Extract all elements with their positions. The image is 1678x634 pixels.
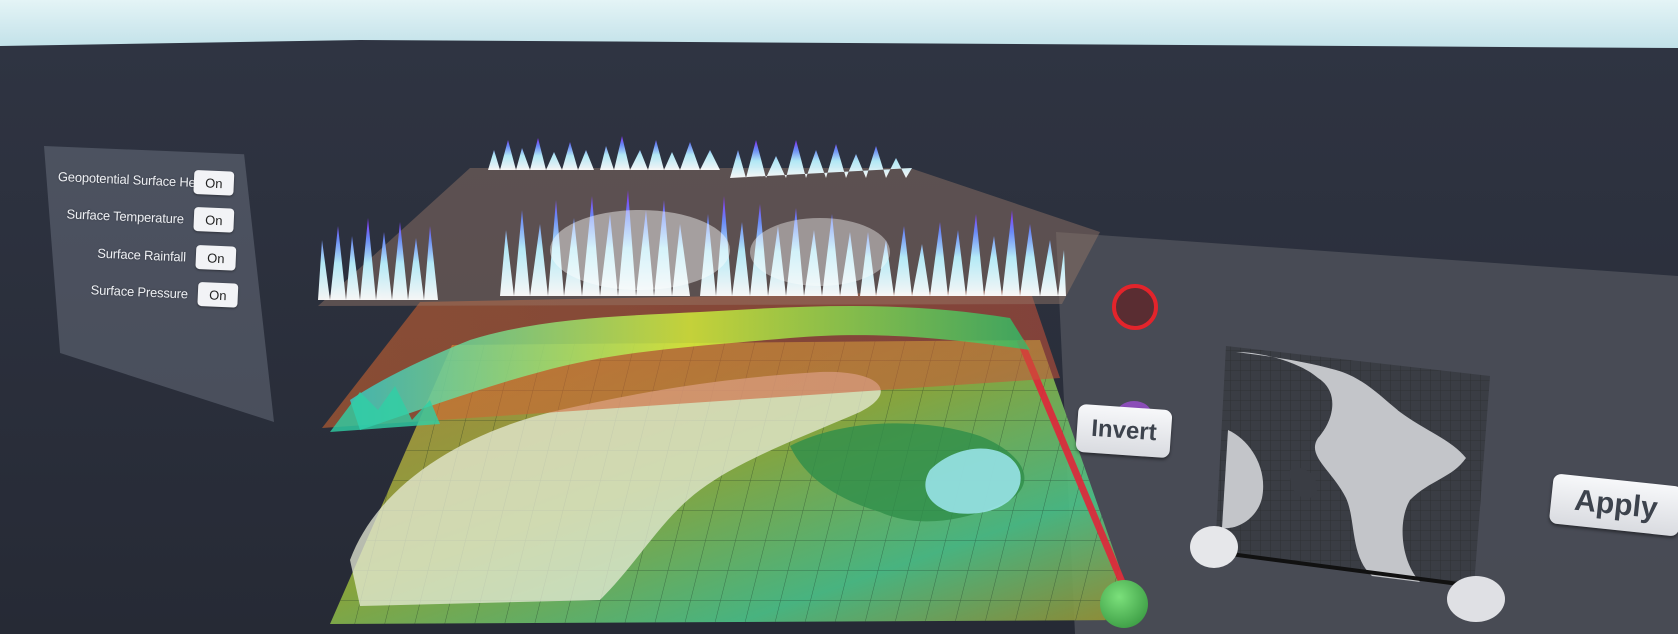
minimap-corner-handle-right[interactable] xyxy=(1447,576,1505,622)
layer-label-pressure: Surface Pressure xyxy=(90,281,189,301)
layer-label-rainfall: Surface Rainfall xyxy=(97,245,187,264)
minimap-corner-handle-left[interactable] xyxy=(1190,526,1238,568)
toggle-temperature[interactable]: On xyxy=(193,206,235,233)
layer-row-geopotential: Geopotential Surface Height On xyxy=(57,164,235,196)
minimap xyxy=(1214,346,1490,588)
layer-row-temperature: Surface Temperature On xyxy=(57,201,235,233)
layer-row-pressure: Surface Pressure On xyxy=(61,276,239,308)
map-corner-handle[interactable] xyxy=(1100,580,1148,628)
toggle-geopotential[interactable]: On xyxy=(193,169,235,196)
invert-button[interactable]: Invert xyxy=(1075,403,1173,459)
layer-row-rainfall: Surface Rainfall On xyxy=(59,239,237,271)
toggle-rainfall[interactable]: On xyxy=(195,244,237,271)
layer-label-geopotential: Geopotential Surface Height xyxy=(57,168,217,191)
toggle-pressure[interactable]: On xyxy=(197,281,239,308)
rotate-handle[interactable] xyxy=(1112,284,1158,330)
layer-label-temperature: Surface Temperature xyxy=(66,205,185,226)
